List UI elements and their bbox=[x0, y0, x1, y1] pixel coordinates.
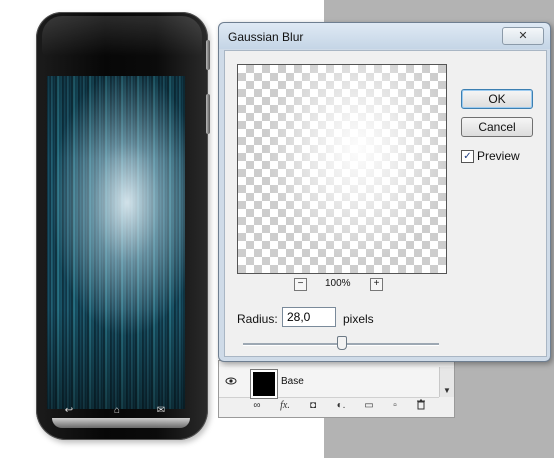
phone-chrome-arc bbox=[52, 418, 190, 428]
scroll-down-arrow-icon[interactable]: ▼ bbox=[443, 386, 451, 395]
back-key-icon: ↩ bbox=[64, 405, 74, 416]
menu-key-icon: ✉ bbox=[156, 405, 166, 416]
adjustment-layer-icon[interactable]: ◐. bbox=[333, 399, 349, 413]
layer-row-base[interactable]: Base bbox=[219, 367, 439, 399]
delete-layer-icon[interactable] bbox=[413, 399, 429, 413]
blur-preview[interactable] bbox=[237, 64, 447, 274]
eye-icon[interactable] bbox=[225, 375, 237, 387]
fx-icon[interactable]: fx. bbox=[277, 399, 293, 413]
phone-image: ↩ ⌂ ✉ bbox=[36, 12, 210, 440]
preview-label[interactable]: Preview bbox=[477, 149, 520, 163]
phone-volume-button bbox=[206, 94, 210, 134]
layers-panel: Base ▼ ∞ fx. ◘ ◐. ▭ ▫ bbox=[218, 360, 455, 418]
dialog-titlebar[interactable]: Gaussian Blur ✕ bbox=[219, 23, 550, 49]
add-mask-icon[interactable]: ◘ bbox=[305, 399, 321, 413]
cancel-button[interactable]: Cancel bbox=[461, 117, 533, 137]
zoom-level: 100% bbox=[325, 278, 351, 289]
phone-glass-reflection bbox=[42, 16, 202, 56]
new-group-icon[interactable]: ▭ bbox=[361, 399, 377, 413]
preview-image bbox=[238, 65, 446, 273]
layers-scrollbar[interactable]: ▼ bbox=[439, 367, 454, 397]
new-layer-icon[interactable]: ▫ bbox=[387, 399, 403, 413]
ok-button[interactable]: OK bbox=[461, 89, 533, 109]
phone-screen bbox=[47, 76, 185, 409]
zoom-in-button[interactable]: + bbox=[370, 278, 383, 291]
gaussian-blur-dialog: Gaussian Blur ✕ − 100% + Radius: pixels … bbox=[218, 22, 551, 362]
radius-label: Radius: bbox=[237, 312, 278, 326]
dialog-title: Gaussian Blur bbox=[228, 30, 304, 44]
preview-checkbox[interactable]: ✓ bbox=[461, 150, 474, 163]
link-layers-icon[interactable]: ∞ bbox=[249, 399, 265, 413]
dialog-body: − 100% + Radius: pixels OK Cancel ✓ Prev… bbox=[224, 50, 547, 357]
phone-side-button bbox=[206, 40, 210, 70]
radius-input[interactable] bbox=[282, 307, 336, 327]
zoom-out-button[interactable]: − bbox=[294, 278, 307, 291]
layer-thumbnail bbox=[250, 369, 278, 399]
radius-unit: pixels bbox=[343, 312, 374, 326]
home-key-icon: ⌂ bbox=[113, 405, 121, 416]
close-button[interactable]: ✕ bbox=[502, 27, 544, 45]
layer-name: Base bbox=[281, 376, 304, 387]
radius-slider-thumb[interactable] bbox=[337, 336, 347, 350]
